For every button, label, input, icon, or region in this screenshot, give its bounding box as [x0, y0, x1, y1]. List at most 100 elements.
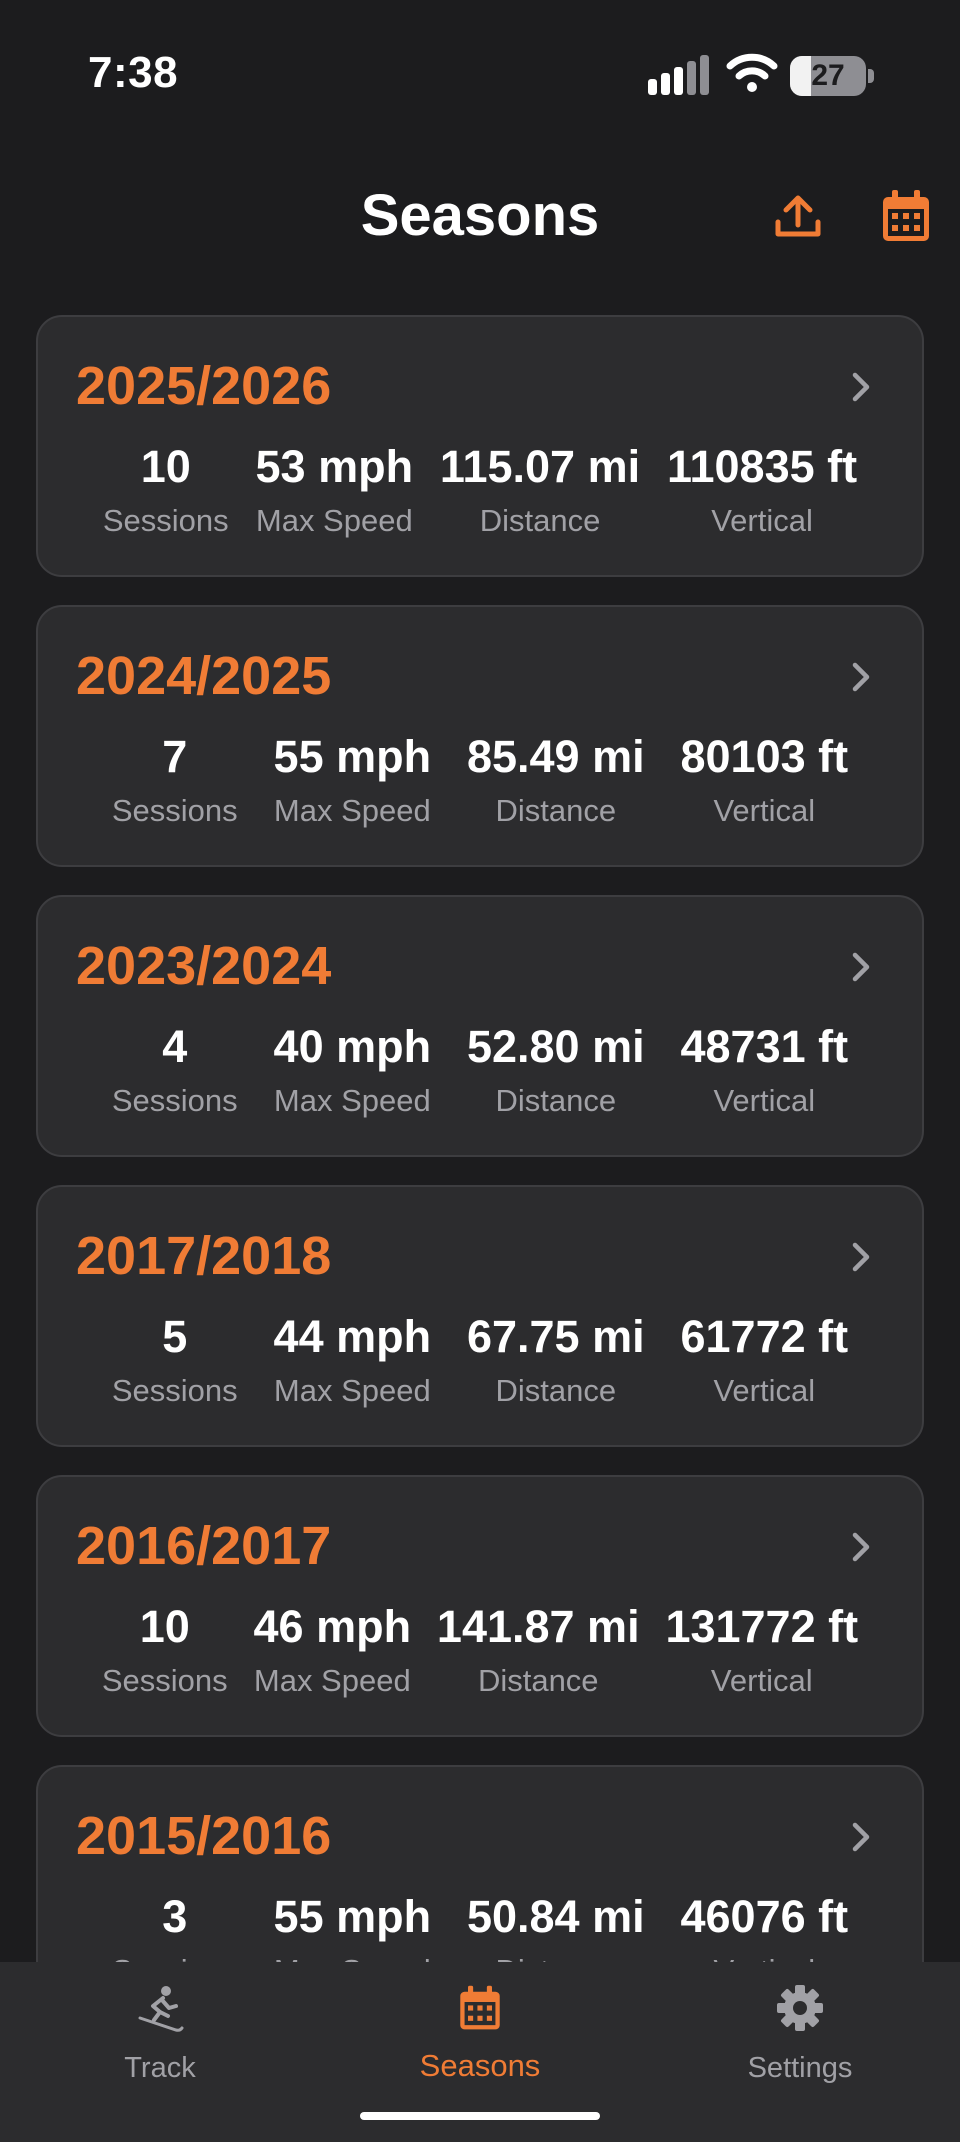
stat-label: Sessions: [111, 1083, 238, 1118]
skier-icon: [138, 1986, 184, 2032]
season-title: 2017/2018: [76, 1226, 332, 1286]
battery-percentage: 27: [811, 59, 845, 92]
stat-value: 3: [162, 1891, 188, 1942]
stat-max-speed: 46 mph Max Speed: [254, 1601, 412, 1699]
stat-label: Sessions: [101, 1663, 228, 1698]
tab-label: Settings: [747, 2052, 853, 2084]
tab-settings[interactable]: Settings: [640, 1962, 960, 2092]
stat-label: Sessions: [102, 503, 229, 538]
home-indicator: [360, 2112, 600, 2120]
stat-sessions: 4 Sessions: [112, 1021, 238, 1119]
season-title: 2025/2026: [76, 356, 332, 416]
chevron-right-icon: [852, 952, 870, 982]
stat-value: 85.49 mi: [466, 731, 645, 782]
battery-icon: 27: [790, 56, 874, 96]
stat-distance: 141.87 mi Distance: [437, 1601, 640, 1699]
season-stats: 10 Sessions 53 mph Max Speed 115.07 mi Dist…: [76, 441, 884, 539]
stat-vertical: 110835 ft Vertical: [667, 441, 857, 539]
stat-label: Max Speed: [273, 1373, 431, 1408]
stat-max-speed: 53 mph Max Speed: [256, 441, 414, 539]
stat-value: 53 mph: [255, 441, 414, 492]
season-title: 2015/2016: [76, 1806, 332, 1866]
stat-label: Vertical: [713, 793, 816, 828]
season-stats: 10 Sessions 46 mph Max Speed 141.87 mi Dist…: [76, 1601, 884, 1699]
stat-value: 46076 ft: [680, 1891, 849, 1942]
stat-vertical: 80103 ft Vertical: [680, 731, 848, 829]
calendar-icon: [883, 190, 929, 241]
stat-value: 55 mph: [273, 1891, 432, 1942]
gear-icon: [777, 1985, 823, 2031]
stat-value: 5: [162, 1311, 188, 1362]
season-card[interactable]: 2023/2024 4 Sessions 40 mph Max Speed 52.8…: [36, 895, 924, 1157]
stat-value: 61772 ft: [680, 1311, 849, 1362]
stat-value: 52.80 mi: [466, 1021, 645, 1072]
season-stats: 7 Sessions 55 mph Max Speed 85.49 mi Distan…: [76, 731, 884, 829]
stat-max-speed: 55 mph Max Speed: [274, 731, 432, 829]
stat-sessions: 10 Sessions: [103, 441, 229, 539]
stat-distance: 52.80 mi Distance: [467, 1021, 645, 1119]
stat-max-speed: 40 mph Max Speed: [274, 1021, 432, 1119]
stat-label: Max Speed: [253, 1663, 411, 1698]
stat-value: 67.75 mi: [466, 1311, 645, 1362]
stat-label: Sessions: [111, 1373, 238, 1408]
export-button[interactable]: [766, 184, 830, 248]
calendar-button[interactable]: [874, 184, 938, 248]
chevron-right-icon: [852, 1822, 870, 1852]
stat-label: Distance: [477, 1663, 599, 1698]
stat-value: 10: [139, 1601, 190, 1652]
nav-header: Seasons: [0, 160, 960, 270]
stat-label: Distance: [495, 793, 617, 828]
stat-value: 131772 ft: [665, 1601, 859, 1652]
stat-label: Vertical: [711, 503, 813, 538]
season-title: 2024/2025: [76, 646, 332, 706]
stat-distance: 115.07 mi Distance: [440, 441, 640, 539]
stat-vertical: 61772 ft Vertical: [680, 1311, 848, 1409]
stat-value: 7: [162, 731, 188, 782]
stat-label: Vertical: [713, 1083, 816, 1118]
chevron-right-icon: [852, 372, 870, 402]
stat-distance: 67.75 mi Distance: [467, 1311, 645, 1409]
season-card[interactable]: 2016/2017 10 Sessions 46 mph Max Speed 141…: [36, 1475, 924, 1737]
calendar-icon: [460, 1985, 500, 2030]
stat-value: 48731 ft: [680, 1021, 849, 1072]
stat-label: Sessions: [111, 793, 238, 828]
stat-vertical: 131772 ft Vertical: [665, 1601, 858, 1699]
cellular-signal-icon: [648, 55, 710, 95]
stat-sessions: 10 Sessions: [102, 1601, 228, 1699]
tab-bar: Track Seasons Settings: [0, 1962, 960, 2142]
stat-value: 115.07 mi: [439, 441, 641, 492]
upload-icon: [775, 195, 821, 237]
stat-value: 50.84 mi: [466, 1891, 645, 1942]
stat-value: 4: [162, 1021, 188, 1072]
chevron-right-icon: [852, 1532, 870, 1562]
stat-sessions: 5 Sessions: [112, 1311, 238, 1409]
season-title: 2023/2024: [76, 936, 332, 996]
season-card[interactable]: 2025/2026 10 Sessions 53 mph Max Speed 115…: [36, 315, 924, 577]
season-list: 2025/2026 10 Sessions 53 mph Max Speed 115…: [36, 315, 924, 2055]
season-stats: 5 Sessions 44 mph Max Speed 67.75 mi Distan…: [76, 1311, 884, 1409]
app-screen: 7:38 27 Seasons 2025/2026 10 Sessions 53…: [0, 0, 960, 2142]
stat-value: 110835 ft: [666, 441, 858, 492]
stat-label: Vertical: [710, 1663, 813, 1698]
stat-value: 141.87 mi: [436, 1601, 640, 1652]
tab-seasons[interactable]: Seasons: [320, 1962, 640, 2092]
stat-label: Distance: [495, 1373, 617, 1408]
wifi-icon: [726, 53, 778, 92]
stat-value: 10: [140, 441, 191, 492]
stat-value: 40 mph: [273, 1021, 432, 1072]
chevron-right-icon: [852, 1242, 870, 1272]
tab-label: Seasons: [419, 2048, 541, 2083]
stat-label: Distance: [479, 503, 601, 538]
stat-label: Vertical: [713, 1373, 816, 1408]
season-stats: 4 Sessions 40 mph Max Speed 52.80 mi Distan…: [76, 1021, 884, 1119]
stat-value: 80103 ft: [680, 731, 849, 782]
season-title: 2016/2017: [76, 1516, 332, 1576]
status-bar: 7:38 27: [0, 0, 960, 150]
stat-distance: 85.49 mi Distance: [467, 731, 645, 829]
tab-label: Track: [124, 2052, 196, 2084]
stat-label: Max Speed: [255, 503, 413, 538]
season-card[interactable]: 2017/2018 5 Sessions 44 mph Max Speed 67.7…: [36, 1185, 924, 1447]
tab-track[interactable]: Track: [0, 1962, 320, 2092]
stat-value: 46 mph: [253, 1601, 412, 1652]
season-card[interactable]: 2024/2025 7 Sessions 55 mph Max Speed 85.4…: [36, 605, 924, 867]
